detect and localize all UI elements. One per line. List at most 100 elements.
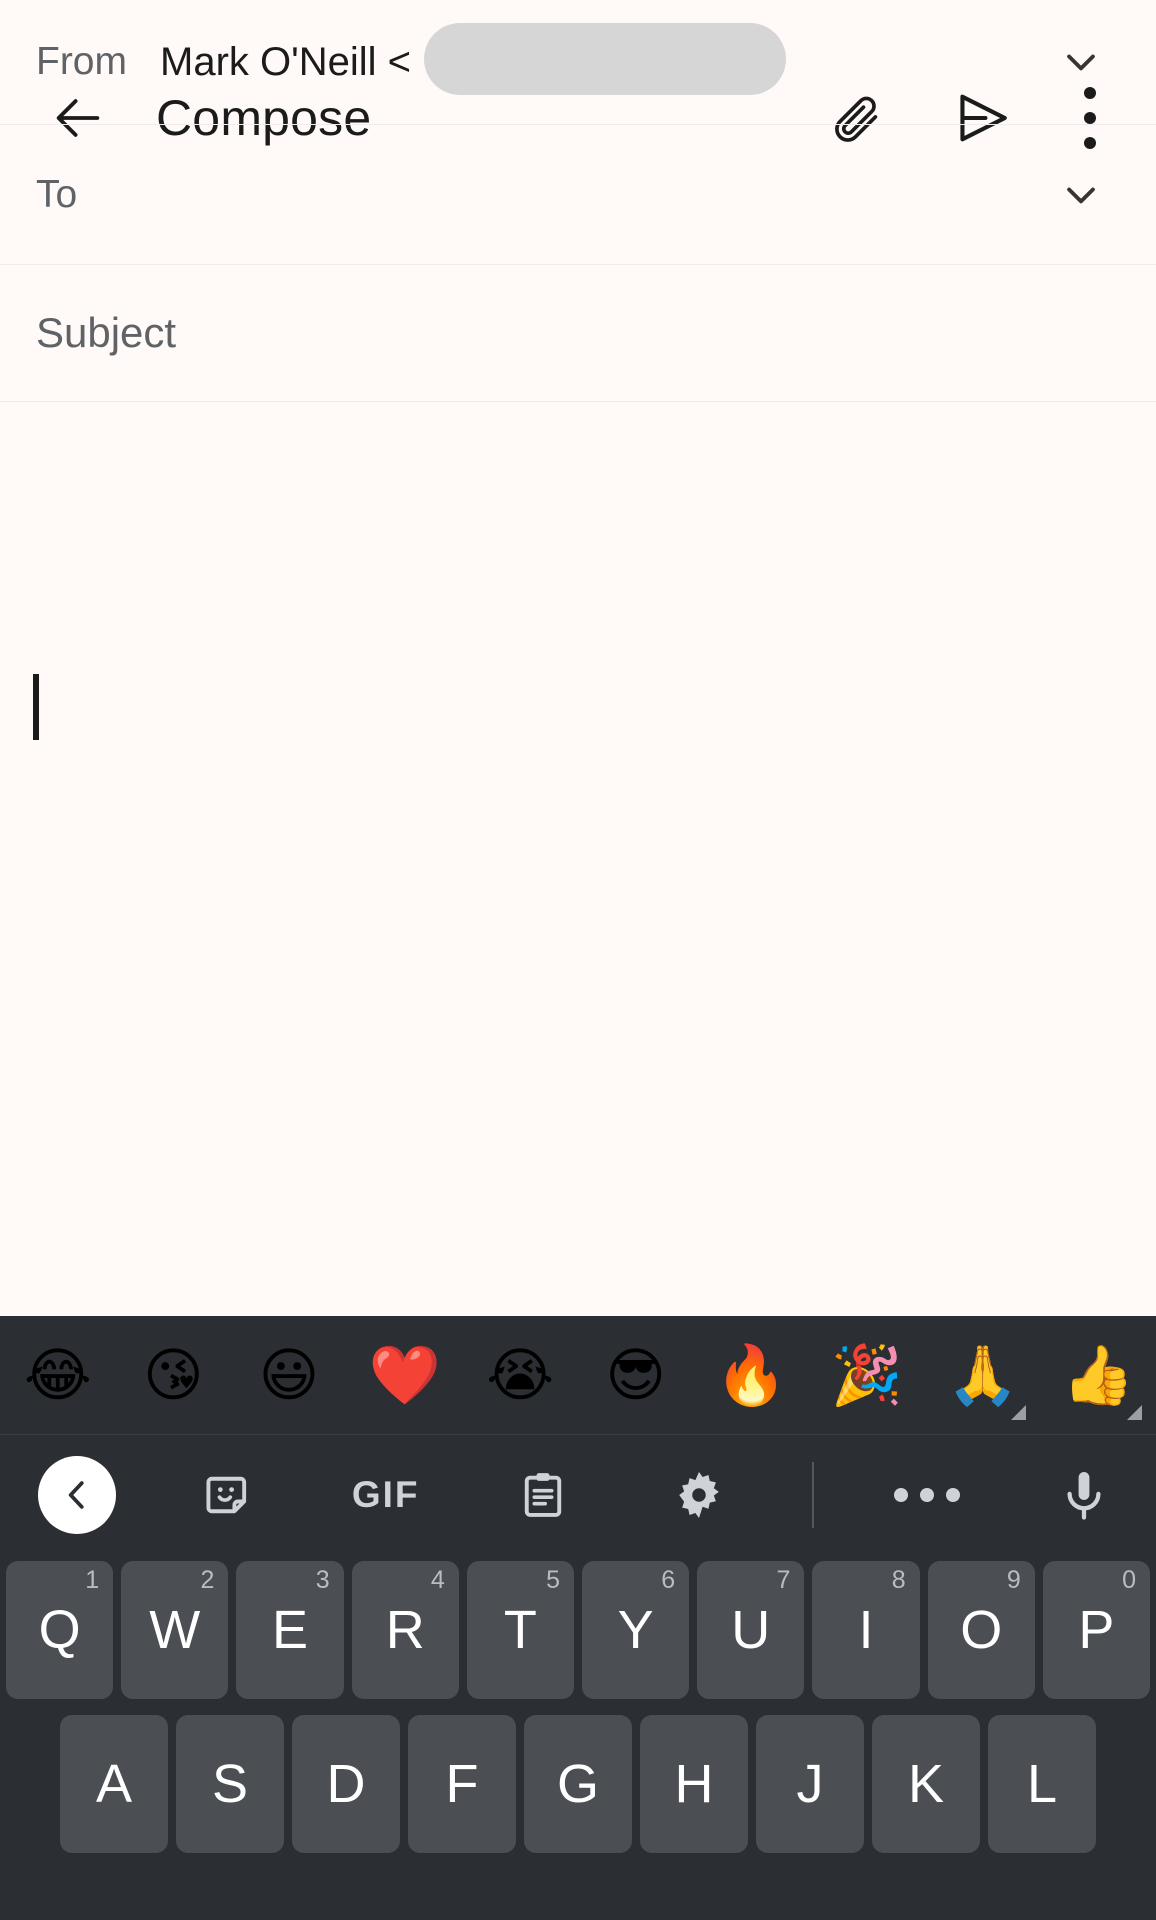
key-label: F <box>445 1754 479 1814</box>
from-expand-button[interactable] <box>1054 35 1108 89</box>
key-label: W <box>149 1600 201 1660</box>
key-label: R <box>385 1600 425 1660</box>
voice-input-button[interactable] <box>1040 1451 1128 1539</box>
key-label: T <box>503 1600 537 1660</box>
key-label: P <box>1078 1600 1115 1660</box>
compose-screen: Compose From Mark O'Neill < To Subject <box>0 0 1156 1316</box>
chevron-left-icon <box>68 1481 84 1509</box>
key-label: H <box>674 1754 714 1814</box>
keyboard-back-button[interactable] <box>38 1456 116 1534</box>
keyboard-toolbar: GIF <box>0 1435 1156 1555</box>
key-J[interactable]: J <box>756 1715 864 1853</box>
emoji-folded-hands[interactable]: 🙏 <box>925 1316 1041 1434</box>
key-H[interactable]: H <box>640 1715 748 1853</box>
key-label: K <box>907 1754 945 1814</box>
toolbar-divider <box>812 1462 815 1528</box>
key-label: J <box>796 1754 824 1814</box>
emoji-glyph: 😘 <box>143 1341 204 1409</box>
to-expand-button[interactable] <box>1054 168 1108 222</box>
gif-button[interactable]: GIF <box>342 1451 430 1539</box>
from-row[interactable]: From Mark O'Neill < <box>0 0 1156 125</box>
to-row[interactable]: To <box>0 125 1156 265</box>
subject-placeholder: Subject <box>36 309 177 356</box>
key-label: A <box>95 1754 133 1814</box>
key-U[interactable]: 7U <box>697 1561 805 1699</box>
emoji-glyph: 👍 <box>1062 1341 1135 1409</box>
key-I[interactable]: 8I <box>812 1561 920 1699</box>
key-number-label: 2 <box>200 1566 215 1594</box>
key-number-label: 7 <box>776 1566 791 1594</box>
key-A[interactable]: A <box>60 1715 168 1853</box>
key-G[interactable]: G <box>524 1715 632 1853</box>
key-label: G <box>556 1754 599 1814</box>
emoji-loudly-crying-face[interactable]: 😭 <box>462 1316 578 1434</box>
subject-row[interactable]: Subject <box>0 265 1156 402</box>
emoji-face-with-tears-of-joy[interactable]: 😂 <box>0 1316 116 1434</box>
body-input[interactable] <box>0 632 1156 1316</box>
key-number-label: 5 <box>546 1566 560 1594</box>
more-tools-button[interactable] <box>883 1451 971 1539</box>
key-E[interactable]: 3E <box>236 1561 344 1699</box>
keyboard-key-rows: 1Q2W3E4R5T6Y7U8I9O0PASDFGHJKL <box>0 1555 1156 1853</box>
key-label: L <box>1026 1754 1058 1814</box>
sticker-icon <box>206 1476 246 1514</box>
text-cursor <box>33 674 39 740</box>
emoji-variant-indicator <box>1011 1405 1027 1420</box>
key-L[interactable]: L <box>988 1715 1096 1853</box>
to-label: To <box>36 172 78 216</box>
from-label: From <box>36 40 127 83</box>
emoji-smiling-face-with-sunglasses[interactable]: 😎 <box>578 1316 694 1434</box>
sticker-button[interactable] <box>185 1451 273 1539</box>
key-number-label: 6 <box>661 1566 676 1594</box>
key-F[interactable]: F <box>408 1715 516 1853</box>
key-number-label: 0 <box>1122 1566 1137 1594</box>
screen: Compose From Mark O'Neill < To Subject 😂… <box>0 0 1156 1920</box>
key-number-label: 1 <box>85 1566 100 1594</box>
key-number-label: 4 <box>430 1566 445 1594</box>
keyboard-row-1: 1Q2W3E4R5T6Y7U8I9O0P <box>0 1561 1156 1699</box>
key-Q[interactable]: 1Q <box>5 1561 114 1699</box>
key-label: Y <box>617 1600 654 1660</box>
emoji-suggestion-row: 😂 😘 😃 ❤️ 😭 😎 🔥 🎉 🙏 👍 <box>0 1316 1156 1435</box>
emoji-fire[interactable]: 🔥 <box>694 1316 810 1434</box>
emoji-face-blowing-a-kiss[interactable]: 😘 <box>116 1316 232 1434</box>
microphone-icon <box>1067 1472 1101 1520</box>
emoji-party-popper[interactable]: 🎉 <box>809 1316 925 1434</box>
chevron-down-icon <box>1067 54 1095 71</box>
key-label: S <box>211 1754 249 1814</box>
emoji-glyph: 😎 <box>605 1341 666 1409</box>
key-D[interactable]: D <box>292 1715 400 1853</box>
onscreen-keyboard: 😂 😘 😃 ❤️ 😭 😎 🔥 🎉 🙏 👍 GIF 1 Q 2 W 3 E 4 R… <box>0 1316 1156 1920</box>
key-T[interactable]: 5T <box>466 1561 574 1699</box>
key-number-label: 9 <box>1006 1566 1021 1594</box>
key-number-label: 3 <box>315 1566 330 1594</box>
key-label: D <box>326 1754 366 1814</box>
clipboard-button[interactable] <box>499 1451 587 1539</box>
settings-button[interactable] <box>655 1451 743 1539</box>
key-P[interactable]: 0P <box>1042 1561 1151 1699</box>
emoji-variant-indicator <box>1126 1405 1142 1420</box>
key-K[interactable]: K <box>872 1715 980 1853</box>
redacted-email-pill <box>424 23 786 95</box>
emoji-glyph: 🔥 <box>715 1341 788 1409</box>
gif-label: GIF <box>351 1474 420 1515</box>
clipboard-icon <box>524 1473 561 1517</box>
key-R[interactable]: 4R <box>351 1561 459 1699</box>
key-W[interactable]: 2W <box>121 1561 229 1699</box>
key-label: I <box>858 1600 874 1660</box>
more-horizontal-icon <box>894 1488 961 1502</box>
keyboard-row-2: ASDFGHJKL <box>0 1715 1156 1853</box>
key-number-label: 8 <box>891 1566 906 1594</box>
key-S[interactable]: S <box>176 1715 284 1853</box>
emoji-grinning-face-with-big-eyes[interactable]: 😃 <box>231 1316 347 1434</box>
key-label: E <box>271 1600 308 1660</box>
from-value: Mark O'Neill < <box>160 39 412 84</box>
emoji-red-heart[interactable]: ❤️ <box>347 1316 463 1434</box>
key-O[interactable]: 9O <box>927 1561 1035 1699</box>
key-Y[interactable]: 6Y <box>582 1561 690 1699</box>
emoji-thumbs-up[interactable]: 👍 <box>1040 1316 1156 1434</box>
emoji-glyph: 😭 <box>486 1341 555 1409</box>
emoji-glyph: 😂 <box>23 1341 92 1409</box>
chevron-down-icon <box>1067 187 1095 203</box>
emoji-glyph: ❤️ <box>368 1341 441 1409</box>
